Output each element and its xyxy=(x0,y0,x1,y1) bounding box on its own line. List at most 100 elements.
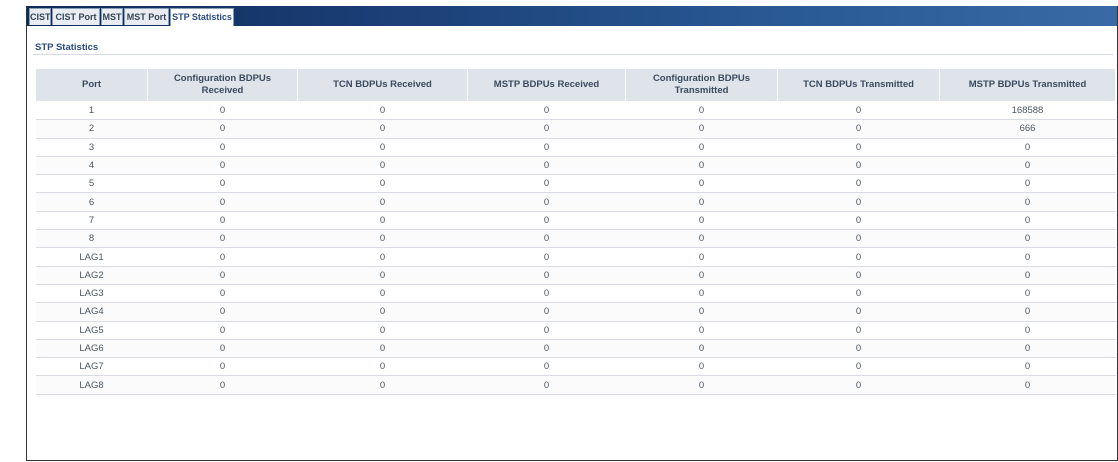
table-row: LAG6 0 0 0 0 0 0 xyxy=(35,339,1116,359)
tab-bar: CIST CIST Port MST MST Port STP Statisti… xyxy=(27,6,1117,26)
cell-port: LAG1 xyxy=(35,247,148,267)
cell-mstp-bdpus-transmitted: 168588 xyxy=(939,101,1116,121)
cell-tcn-bdpus-received: 0 xyxy=(297,284,468,304)
cell-config-bdpus-received: 0 xyxy=(147,247,298,267)
cell-tcn-bdpus-transmitted: 0 xyxy=(777,302,940,322)
cell-mstp-bdpus-transmitted: 0 xyxy=(939,211,1116,231)
cell-tcn-bdpus-transmitted: 0 xyxy=(777,138,940,157)
cell-mstp-bdpus-received: 0 xyxy=(467,284,626,304)
cell-config-bdpus-transmitted: 0 xyxy=(625,247,778,267)
cell-mstp-bdpus-received: 0 xyxy=(467,192,626,212)
cell-config-bdpus-transmitted: 0 xyxy=(625,229,778,249)
tab-cist-port[interactable]: CIST Port xyxy=(52,8,100,25)
cell-mstp-bdpus-transmitted: 666 xyxy=(939,119,1116,139)
cell-mstp-bdpus-transmitted: 0 xyxy=(939,357,1116,377)
cell-config-bdpus-received: 0 xyxy=(147,156,298,176)
cell-tcn-bdpus-transmitted: 0 xyxy=(777,266,940,285)
cell-tcn-bdpus-transmitted: 0 xyxy=(777,101,940,121)
cell-mstp-bdpus-transmitted: 0 xyxy=(939,284,1116,304)
cell-config-bdpus-received: 0 xyxy=(147,375,298,395)
cell-tcn-bdpus-received: 0 xyxy=(297,156,468,176)
cell-tcn-bdpus-received: 0 xyxy=(297,229,468,249)
cell-port: LAG7 xyxy=(35,357,148,377)
cell-config-bdpus-received: 0 xyxy=(147,321,298,340)
stp-statistics-panel: CIST CIST Port MST MST Port STP Statisti… xyxy=(26,6,1118,461)
cell-tcn-bdpus-received: 0 xyxy=(297,192,468,212)
column-header-tcn-bdpus-transmitted: TCN BDPUs Transmitted xyxy=(777,68,940,102)
tab-stp-statistics[interactable]: STP Statistics xyxy=(170,8,234,26)
cell-config-bdpus-received: 0 xyxy=(147,284,298,304)
cell-config-bdpus-transmitted: 0 xyxy=(625,174,778,194)
cell-config-bdpus-transmitted: 0 xyxy=(625,192,778,212)
cell-mstp-bdpus-received: 0 xyxy=(467,119,626,139)
cell-tcn-bdpus-received: 0 xyxy=(297,266,468,285)
cell-config-bdpus-transmitted: 0 xyxy=(625,284,778,304)
cell-config-bdpus-transmitted: 0 xyxy=(625,156,778,176)
cell-mstp-bdpus-transmitted: 0 xyxy=(939,247,1116,267)
column-header-mstp-bdpus-received: MSTP BDPUs Received xyxy=(467,68,626,102)
cell-tcn-bdpus-transmitted: 0 xyxy=(777,321,940,340)
table-row: LAG4 0 0 0 0 0 0 xyxy=(35,302,1116,322)
cell-port: 5 xyxy=(35,174,148,194)
table-row: LAG1 0 0 0 0 0 0 xyxy=(35,247,1116,267)
cell-mstp-bdpus-received: 0 xyxy=(467,101,626,121)
table-row: 7000000 xyxy=(35,211,1116,231)
table-row: 6000000 xyxy=(35,192,1116,212)
cell-config-bdpus-transmitted: 0 xyxy=(625,321,778,340)
cell-port: LAG6 xyxy=(35,339,148,359)
column-header-config-bdpus-received: Configuration BDPUs Received xyxy=(147,68,298,102)
table-row: 1 0 0 0 0 0 168588 xyxy=(35,101,1116,121)
cell-mstp-bdpus-received: 0 xyxy=(467,156,626,176)
cell-config-bdpus-received: 0 xyxy=(147,339,298,359)
cell-config-bdpus-transmitted: 0 xyxy=(625,266,778,285)
cell-tcn-bdpus-transmitted: 0 xyxy=(777,192,940,212)
column-header-port: Port xyxy=(35,68,148,102)
tab-mst[interactable]: MST xyxy=(101,8,123,25)
cell-config-bdpus-received: 0 xyxy=(147,302,298,322)
cell-mstp-bdpus-transmitted: 0 xyxy=(939,156,1116,176)
stp-statistics-table: Port Configuration BDPUs Received TCN BD… xyxy=(35,68,1116,395)
cell-mstp-bdpus-received: 0 xyxy=(467,302,626,322)
cell-tcn-bdpus-received: 0 xyxy=(297,101,468,121)
cell-mstp-bdpus-received: 0 xyxy=(467,321,626,340)
cell-mstp-bdpus-transmitted: 0 xyxy=(939,339,1116,359)
cell-config-bdpus-transmitted: 0 xyxy=(625,119,778,139)
cell-config-bdpus-received: 0 xyxy=(147,229,298,249)
table-row: 5000000 xyxy=(35,174,1116,194)
table-header-row: Port Configuration BDPUs Received TCN BD… xyxy=(35,68,1116,102)
cell-mstp-bdpus-transmitted: 0 xyxy=(939,375,1116,395)
cell-port: 6 xyxy=(35,192,148,212)
cell-config-bdpus-received: 0 xyxy=(147,192,298,212)
cell-tcn-bdpus-transmitted: 0 xyxy=(777,375,940,395)
cell-tcn-bdpus-transmitted: 0 xyxy=(777,156,940,176)
cell-port: 1 xyxy=(35,101,148,121)
cell-port: LAG5 xyxy=(35,321,148,340)
cell-config-bdpus-received: 0 xyxy=(147,211,298,231)
cell-tcn-bdpus-received: 0 xyxy=(297,321,468,340)
cell-port: 3 xyxy=(35,138,148,157)
cell-config-bdpus-received: 0 xyxy=(147,138,298,157)
cell-config-bdpus-received: 0 xyxy=(147,357,298,377)
section-divider xyxy=(33,54,1113,55)
section-title: STP Statistics xyxy=(35,42,99,53)
cell-mstp-bdpus-received: 0 xyxy=(467,266,626,285)
cell-mstp-bdpus-transmitted: 0 xyxy=(939,266,1116,285)
cell-tcn-bdpus-transmitted: 0 xyxy=(777,284,940,304)
cell-tcn-bdpus-transmitted: 0 xyxy=(777,247,940,267)
cell-port: LAG4 xyxy=(35,302,148,322)
cell-mstp-bdpus-transmitted: 0 xyxy=(939,192,1116,212)
cell-tcn-bdpus-received: 0 xyxy=(297,174,468,194)
tab-cist[interactable]: CIST xyxy=(29,8,51,25)
table-row: LAG8 0 0 0 0 0 0 xyxy=(35,375,1116,395)
table-body: 1 0 0 0 0 0 168588 2 0 0 0 0 0 666 3 0 0 0 0 0 0 4 0 0 0 0 0 0 5 0 0 0 0… xyxy=(35,101,1116,395)
cell-config-bdpus-received: 0 xyxy=(147,119,298,139)
cell-tcn-bdpus-received: 0 xyxy=(297,119,468,139)
cell-config-bdpus-transmitted: 0 xyxy=(625,211,778,231)
cell-mstp-bdpus-transmitted: 0 xyxy=(939,138,1116,157)
tab-mst-port[interactable]: MST Port xyxy=(124,8,169,25)
cell-mstp-bdpus-transmitted: 0 xyxy=(939,302,1116,322)
cell-mstp-bdpus-received: 0 xyxy=(467,375,626,395)
cell-mstp-bdpus-received: 0 xyxy=(467,138,626,157)
cell-tcn-bdpus-transmitted: 0 xyxy=(777,357,940,377)
cell-tcn-bdpus-received: 0 xyxy=(297,302,468,322)
